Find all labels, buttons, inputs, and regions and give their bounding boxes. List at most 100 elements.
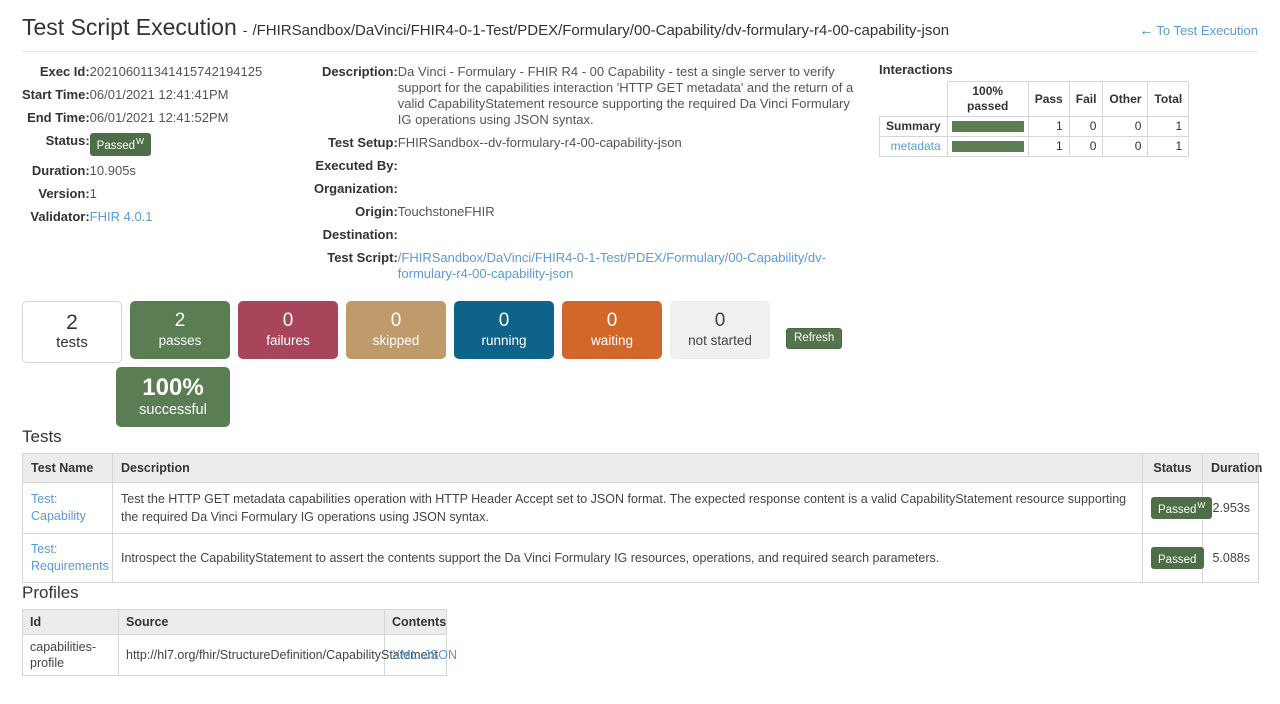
interactions-col-total: Total	[1148, 82, 1189, 117]
header-actions: ←To Test Execution	[1139, 22, 1258, 38]
detail-row: Version: 1	[22, 184, 262, 207]
tile-passes[interactable]: 2 passes	[130, 301, 230, 359]
test-link-line1: Test:	[31, 542, 57, 556]
profile-xml-link[interactable]: XML	[392, 648, 418, 662]
success-percent-value: 100%	[142, 375, 203, 401]
test-script-cell: /FHIRSandbox/DaVinci/FHIR4-0-1-Test/PDEX…	[398, 248, 859, 287]
interactions-col-pass: Pass	[1028, 82, 1069, 117]
tile-running[interactable]: 0 running	[454, 301, 554, 359]
status-badge: PassedW	[90, 133, 151, 156]
summary-tiles: 2 tests 2 passes 0 failures 0 skipped 0 …	[0, 287, 1280, 363]
detail-row: Test Script: /FHIRSandbox/DaVinci/FHIR4-…	[314, 248, 859, 287]
description-label: Description:	[314, 62, 398, 133]
executed-by-value	[398, 156, 859, 179]
to-test-execution-label: To Test Execution	[1156, 23, 1258, 38]
detail-row: Status: PassedW	[22, 131, 262, 161]
end-time-value: 06/01/2021 12:41:52PM	[90, 108, 263, 131]
test-status-cell: Passed	[1143, 534, 1203, 583]
detail-row: Exec Id: 202106011341415742194125	[22, 62, 262, 85]
destination-value	[398, 225, 859, 248]
tile-passes-count: 2	[175, 310, 186, 332]
detail-row: Description: Da Vinci - Formulary - FHIR…	[314, 62, 859, 133]
profiles-table-wrap: Id Source Contents capabilities-profile …	[0, 609, 1280, 676]
tile-not-started-label: not started	[688, 332, 752, 350]
tile-success-percent: 100% successful	[116, 367, 230, 427]
metadata-link[interactable]: metadata	[891, 139, 941, 153]
profile-id-cell: capabilities-profile	[23, 635, 119, 676]
test-status-cell: PassedW	[1143, 483, 1203, 534]
tile-not-started-count: 0	[715, 310, 726, 332]
exec-id-value: 202106011341415742194125	[90, 62, 263, 85]
interactions-col-fail: Fail	[1069, 82, 1103, 117]
interactions-col-other: Other	[1103, 82, 1148, 117]
description-value: Da Vinci - Formulary - FHIR R4 - 00 Capa…	[398, 62, 859, 133]
test-script-link[interactable]: /FHIRSandbox/DaVinci/FHIR4-0-1-Test/PDEX…	[398, 250, 826, 281]
interactions-progress-cell	[947, 117, 1028, 137]
test-link[interactable]: Test:Requirements	[31, 541, 104, 575]
executed-by-label: Executed By:	[314, 156, 398, 179]
start-time-value: 06/01/2021 12:41:41PM	[90, 85, 263, 108]
interactions-total-value: 1	[1148, 137, 1189, 157]
interactions-row-label-cell: metadata	[880, 137, 948, 157]
interactions-pass-value: 1	[1028, 137, 1069, 157]
table-row: Test:Requirements Introspect the Capabil…	[23, 534, 1259, 583]
version-value: 1	[90, 184, 263, 207]
table-row: capabilities-profile http://hl7.org/fhir…	[23, 635, 447, 676]
interactions-row: metadata 1 0 0 1	[880, 137, 1189, 157]
profile-contents-cell: XMLJSON	[385, 635, 447, 676]
status-badge: Passed	[1151, 547, 1204, 570]
version-label: Version:	[22, 184, 90, 207]
tile-failures-count: 0	[283, 310, 294, 332]
detail-row: End Time: 06/01/2021 12:41:52PM	[22, 108, 262, 131]
interactions-progress-cell	[947, 137, 1028, 157]
interactions-total-value: 1	[1148, 117, 1189, 137]
profile-json-link[interactable]: JSON	[424, 648, 457, 662]
organization-value	[398, 179, 859, 202]
exec-id-label: Exec Id:	[22, 62, 90, 85]
test-link[interactable]: Test: Capability	[31, 491, 104, 525]
interactions-row-label: Summary	[880, 117, 948, 137]
tests-table: Test Name Description Status Duration Te…	[22, 453, 1259, 583]
tests-header-row: Test Name Description Status Duration	[23, 454, 1259, 483]
page-title: Test Script Execution	[22, 14, 237, 41]
tile-failures[interactable]: 0 failures	[238, 301, 338, 359]
page-header: Test Script Execution - /FHIRSandbox/DaV…	[0, 0, 1280, 51]
script-path-breadcrumb: /FHIRSandbox/DaVinci/FHIR4-0-1-Test/PDEX…	[252, 22, 949, 39]
origin-label: Origin:	[314, 202, 398, 225]
profiles-col-id: Id	[23, 610, 119, 635]
validator-link[interactable]: FHIR 4.0.1	[90, 209, 153, 224]
profiles-header-row: Id Source Contents	[23, 610, 447, 635]
tile-tests[interactable]: 2 tests	[22, 301, 122, 363]
detail-row: Start Time: 06/01/2021 12:41:41PM	[22, 85, 262, 108]
tile-waiting[interactable]: 0 waiting	[562, 301, 662, 359]
refresh-button[interactable]: Refresh	[786, 328, 842, 349]
detail-row: Test Setup: FHIRSandbox--dv-formulary-r4…	[314, 133, 859, 156]
execution-summary-table: Exec Id: 202106011341415742194125 Start …	[22, 62, 262, 230]
tile-running-label: running	[481, 332, 526, 350]
profiles-table: Id Source Contents capabilities-profile …	[22, 609, 447, 676]
tests-col-description: Description	[113, 454, 1143, 483]
interactions-pass-value: 1	[1028, 117, 1069, 137]
table-row: Test:Capability Test the HTTP GET metada…	[23, 483, 1259, 534]
test-name-cell: Test: Capability	[23, 483, 113, 534]
tile-not-started[interactable]: 0 not started	[670, 301, 770, 359]
execution-details: Exec Id: 202106011341415742194125 Start …	[0, 52, 1280, 287]
test-link-line1: Test:	[31, 492, 57, 506]
tile-skipped[interactable]: 0 skipped	[346, 301, 446, 359]
duration-label: Duration:	[22, 161, 90, 184]
to-test-execution-link[interactable]: ←To Test Execution	[1139, 23, 1258, 38]
duration-value: 10.905s	[90, 161, 263, 184]
detail-row: Validator: FHIR 4.0.1	[22, 207, 262, 230]
status-badge-text: Passed	[1158, 503, 1196, 515]
test-link-line2: Requirements	[31, 559, 109, 573]
status-badge-sup: W	[1197, 500, 1205, 510]
detail-row: Duration: 10.905s	[22, 161, 262, 184]
interactions-col-passed-pct: 100% passed	[947, 82, 1028, 117]
details-left-column: Exec Id: 202106011341415742194125 Start …	[22, 62, 302, 230]
test-script-label: Test Script:	[314, 248, 398, 287]
start-time-label: Start Time:	[22, 85, 90, 108]
test-duration-cell: 5.088s	[1203, 534, 1259, 583]
tests-col-duration: Duration	[1203, 454, 1259, 483]
test-link-line2: Capability	[31, 509, 86, 523]
progress-bar-track	[952, 121, 1024, 132]
